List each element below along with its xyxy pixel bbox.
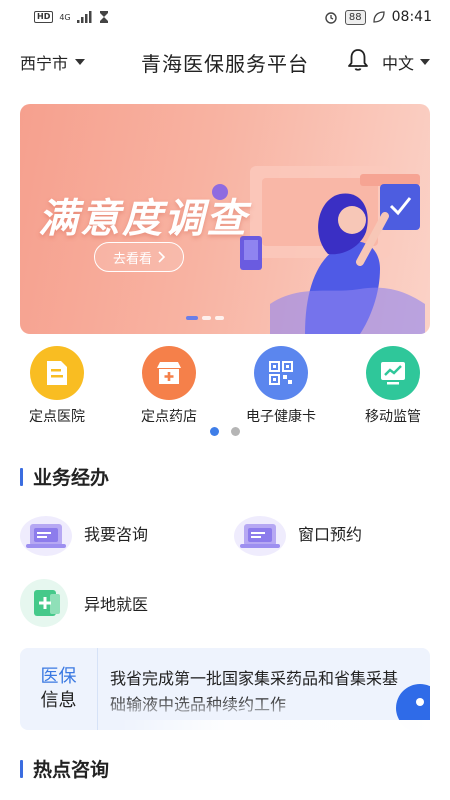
- service-label: 窗口预约: [298, 525, 363, 544]
- chevron-right-icon: [158, 251, 165, 263]
- news-tag-line1: 医保: [40, 666, 77, 687]
- clock: 08:41: [391, 9, 432, 25]
- service-remote-medical[interactable]: 异地就医: [20, 578, 148, 628]
- service-appointment[interactable]: 窗口预约: [234, 508, 362, 558]
- grid-pagination: [210, 427, 240, 436]
- banner-view-button[interactable]: 去看看: [94, 242, 184, 272]
- section-title: 业务经办: [33, 467, 110, 489]
- monitor-chart-icon: [366, 346, 420, 400]
- grid-item-health-card[interactable]: 电子健康卡: [226, 346, 336, 426]
- banner-dot[interactable]: [186, 316, 198, 320]
- hourglass-icon: [99, 11, 108, 23]
- language-label: 中文: [382, 54, 415, 73]
- banner-dot[interactable]: [202, 316, 211, 320]
- bell-icon[interactable]: [347, 48, 369, 72]
- service-label: 我要咨询: [84, 525, 149, 544]
- status-left: HD 4G: [34, 11, 109, 23]
- section-title: 热点咨询: [33, 759, 110, 781]
- section-business: 业务经办: [20, 463, 109, 490]
- quick-grid: 定点医院 定点药店 电子健康卡 移动监管: [0, 346, 450, 426]
- network-type: 4G: [59, 12, 71, 22]
- grid-item-monitor[interactable]: 移动监管: [338, 346, 448, 426]
- section-accent-bar: [20, 467, 23, 486]
- banner-button-label: 去看看: [112, 251, 152, 267]
- grid-label: 电子健康卡: [246, 409, 316, 425]
- bottom-fade-overlay: [120, 720, 430, 800]
- status-right: 88 08:41: [324, 9, 432, 25]
- service-label: 异地就医: [84, 595, 149, 614]
- language-selector[interactable]: 中文: [382, 50, 431, 74]
- hd-badge: HD: [34, 11, 54, 23]
- hospital-doc-icon: [30, 346, 84, 400]
- news-tag-line2: 信息: [40, 690, 77, 711]
- status-bar: HD 4G 88 08:41: [0, 0, 450, 34]
- signal-icon: [76, 11, 92, 23]
- banner-title: 满意度调查: [38, 196, 248, 242]
- appointment-icon: [234, 516, 286, 556]
- grid-label: 定点医院: [29, 409, 85, 425]
- remote-medical-icon: [20, 579, 68, 627]
- banner-dot[interactable]: [215, 316, 224, 320]
- qrcode-icon: [254, 346, 308, 400]
- grid-label: 移动监管: [365, 409, 421, 425]
- grid-item-hospital[interactable]: 定点医院: [2, 346, 112, 426]
- pharmacy-icon: [142, 346, 196, 400]
- grid-item-pharmacy[interactable]: 定点药店: [114, 346, 224, 426]
- banner-pagination: [186, 316, 224, 320]
- grid-dot[interactable]: [210, 427, 219, 436]
- app-header: 西宁市 青海医保服务平台 中文: [0, 40, 450, 82]
- news-tag: 医保 信息: [20, 648, 98, 730]
- consult-icon: [20, 516, 72, 556]
- grid-dot[interactable]: [231, 427, 240, 436]
- grid-label: 定点药店: [141, 409, 197, 425]
- section-accent-bar: [20, 759, 23, 778]
- service-consult[interactable]: 我要咨询: [20, 508, 148, 558]
- battery-indicator: 88: [344, 9, 366, 25]
- promo-banner[interactable]: 满意度调查 去看看: [20, 104, 430, 334]
- section-hot: 热点咨询: [20, 755, 109, 782]
- leaf-icon: [372, 11, 385, 23]
- news-card[interactable]: 医保 信息 我省完成第一批国家集采药品和省集采基础输液中选品种续约工作: [20, 648, 430, 730]
- alarm-icon: [325, 12, 337, 24]
- chevron-down-icon: [420, 59, 431, 65]
